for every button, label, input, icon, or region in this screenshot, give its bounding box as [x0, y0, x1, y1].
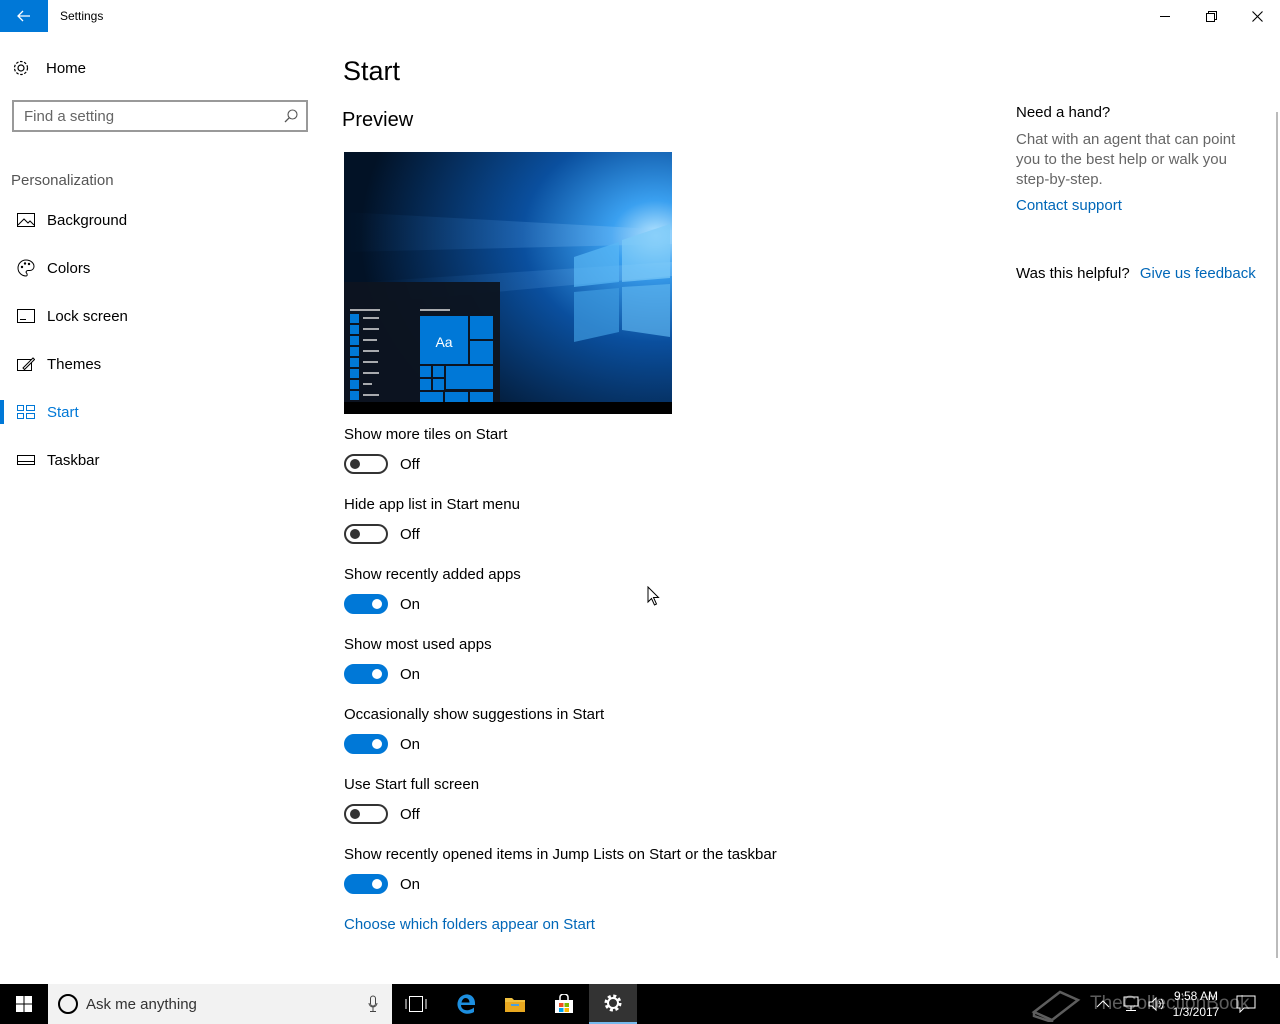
sidebar-item-start[interactable]: Start [0, 388, 320, 436]
system-tray [1096, 984, 1166, 1024]
toggle-state: On [400, 595, 421, 613]
toggle-state: On [400, 735, 421, 753]
network-icon[interactable] [1122, 996, 1140, 1012]
start-preview-image: Aa [344, 152, 672, 414]
setting-label-most-used: Show most used apps [344, 636, 492, 653]
home-link[interactable]: Home [12, 56, 86, 80]
cortana-search-box[interactable]: Ask me anything [48, 984, 392, 1024]
contact-support-link[interactable]: Contact support [1016, 197, 1122, 214]
book-logo-icon [1031, 990, 1081, 1022]
main-content: Start Preview Aa Show more tiles on Star… [320, 32, 1000, 984]
toggle-state: On [400, 665, 421, 683]
taskbar-clock[interactable]: 9:58 AM 1/3/2017 [1160, 988, 1232, 1020]
sidebar-item-taskbar[interactable]: Taskbar [0, 436, 320, 484]
choose-folders-link[interactable]: Choose which folders appear on Start [344, 916, 595, 933]
setting-label-full-screen: Use Start full screen [344, 776, 480, 793]
setting-label-jump-lists: Show recently opened items in Jump Lists… [344, 846, 777, 863]
cortana-icon [58, 994, 78, 1014]
search-icon [284, 109, 298, 123]
most-used-toggle[interactable] [344, 664, 388, 684]
microphone-icon[interactable] [368, 995, 378, 1013]
settings-gear-icon [604, 994, 622, 1012]
preview-tile-text: Aa [435, 334, 453, 350]
sidebar: Home Personalization Background Colors L… [0, 32, 320, 984]
chevron-up-icon[interactable] [1096, 999, 1110, 1009]
sidebar-item-label: Start [47, 403, 79, 421]
setting-label-hide-app-list: Hide app list in Start menu [344, 496, 520, 513]
find-setting-search[interactable] [12, 100, 308, 132]
close-icon [1251, 10, 1263, 22]
back-button[interactable] [0, 0, 48, 32]
palette-icon [15, 259, 37, 277]
lock-screen-icon [15, 309, 37, 323]
give-feedback-link[interactable]: Give us feedback [1140, 265, 1256, 282]
minimize-button[interactable] [1142, 0, 1188, 32]
notification-icon [1236, 995, 1256, 1013]
start-button[interactable] [0, 984, 48, 1024]
task-view-icon [405, 996, 427, 1012]
sidebar-item-label: Themes [47, 355, 102, 373]
help-title: Need a hand? [1016, 104, 1111, 121]
restore-button[interactable] [1188, 0, 1234, 32]
feedback-row: Was this helpful? Give us feedback [1016, 265, 1256, 282]
back-arrow-icon [17, 10, 30, 22]
window-title: Settings [60, 9, 104, 23]
taskbar: Ask me anything TheCollectionBook 9:58 A… [0, 984, 1280, 1024]
section-label: Personalization [11, 172, 114, 189]
preview-heading: Preview [342, 109, 414, 131]
edge-browser-button[interactable] [442, 984, 490, 1024]
hide-app-list-toggle[interactable] [344, 524, 388, 544]
title-bar: Settings [0, 0, 1280, 32]
setting-label-suggestions: Occasionally show suggestions in Start [344, 706, 605, 723]
folder-icon [505, 998, 525, 1012]
home-label: Home [46, 59, 87, 77]
minimize-icon [1160, 16, 1170, 17]
sidebar-item-label: Colors [47, 259, 91, 277]
clock-date: 1/3/2017 [1172, 1005, 1220, 1019]
toggle-state: Off [400, 455, 420, 473]
windows-logo-icon [16, 996, 32, 1012]
sidebar-item-label: Background [47, 211, 128, 229]
store-button[interactable] [540, 984, 588, 1024]
suggestions-toggle[interactable] [344, 734, 388, 754]
recently-added-toggle[interactable] [344, 594, 388, 614]
helpful-label: Was this helpful? [1016, 265, 1130, 282]
search-input[interactable] [24, 107, 284, 125]
mouse-cursor-icon [647, 586, 660, 606]
jump-lists-toggle[interactable] [344, 874, 388, 894]
sidebar-item-label: Taskbar [47, 451, 100, 469]
toggle-state: Off [400, 805, 420, 823]
sidebar-item-themes[interactable]: Themes [0, 340, 320, 388]
sidebar-item-background[interactable]: Background [0, 196, 320, 244]
toggle-state: Off [400, 525, 420, 543]
more-tiles-toggle[interactable] [344, 454, 388, 474]
help-text: Chat with an agent that can point you to… [1016, 131, 1236, 188]
file-explorer-button[interactable] [491, 984, 539, 1024]
themes-icon [15, 356, 37, 372]
close-button[interactable] [1234, 0, 1280, 32]
sidebar-item-colors[interactable]: Colors [0, 244, 320, 292]
gear-icon [12, 59, 34, 77]
clock-time: 9:58 AM [1173, 989, 1219, 1003]
setting-label-more-tiles: Show more tiles on Start [344, 426, 508, 443]
settings-app-button[interactable] [589, 984, 637, 1024]
setting-label-recently-added: Show recently added apps [344, 566, 521, 583]
sidebar-item-lock-screen[interactable]: Lock screen [0, 292, 320, 340]
cortana-placeholder: Ask me anything [86, 995, 197, 1013]
page-title: Start [343, 56, 401, 86]
picture-icon [15, 213, 37, 227]
sidebar-item-label: Lock screen [47, 307, 128, 325]
action-center-button[interactable] [1236, 984, 1256, 1024]
edge-icon [457, 994, 476, 1014]
restore-icon [1205, 10, 1217, 22]
start-menu-icon [15, 405, 37, 419]
task-view-button[interactable] [392, 984, 440, 1024]
toggle-state: On [400, 875, 421, 893]
taskbar-icon [15, 455, 37, 465]
store-icon [555, 994, 573, 1013]
scrollbar[interactable] [1276, 112, 1278, 958]
full-screen-toggle[interactable] [344, 804, 388, 824]
